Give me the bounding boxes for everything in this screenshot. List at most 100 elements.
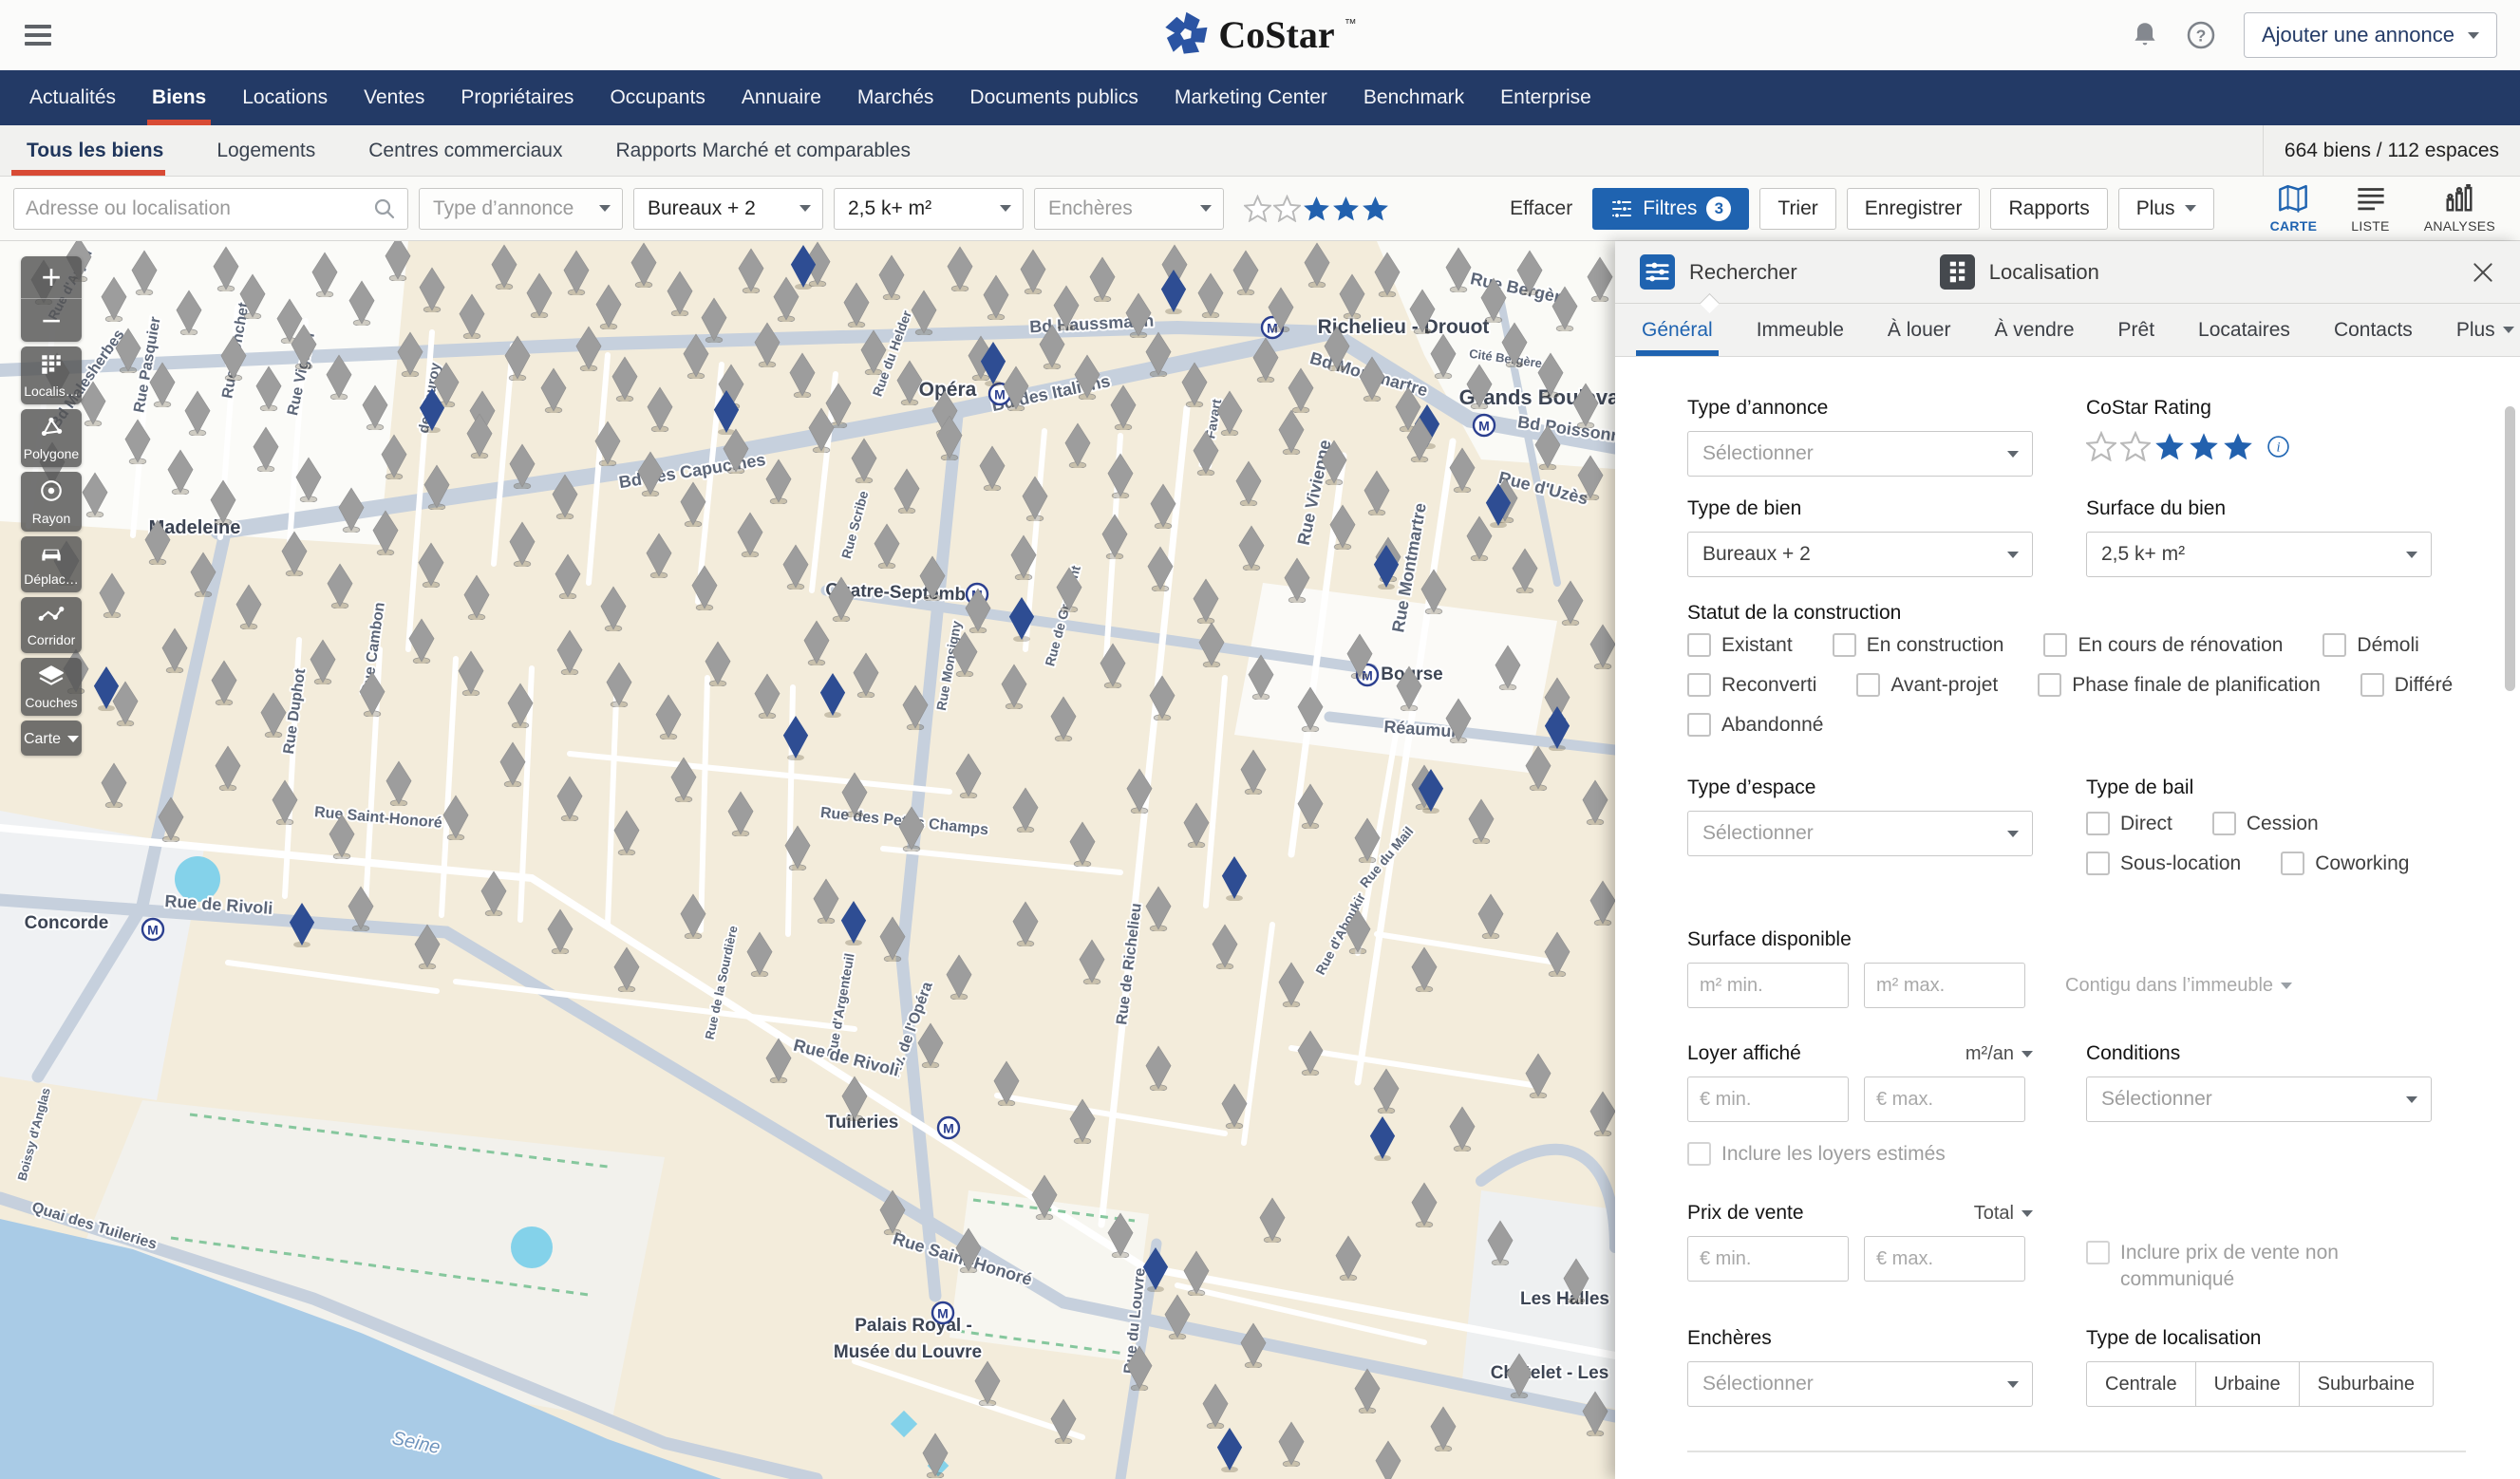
tab-à-vendre[interactable]: À vendre — [1994, 304, 2074, 356]
checkbox-reconverti[interactable]: Reconverti — [1687, 672, 1816, 699]
map-tool-couches[interactable]: Couches — [21, 658, 82, 716]
nav-item-benchmark[interactable]: Benchmark — [1345, 70, 1482, 125]
checkbox-différé[interactable]: Différé — [2360, 672, 2453, 699]
type-espace-select[interactable]: Sélectionner — [1687, 811, 2033, 856]
map-tool-localis[interactable]: Localis… — [21, 346, 82, 404]
segment-suburbaine[interactable]: Suburbaine — [2300, 1361, 2434, 1407]
costar-pinwheel-icon — [1163, 10, 1209, 58]
surface-min-input[interactable] — [1687, 963, 1849, 1008]
clear-filters-link[interactable]: Effacer — [1510, 197, 1572, 220]
prix-max-input[interactable] — [1864, 1236, 2025, 1282]
toolbar-dropdown-2[interactable]: Bureaux + 2 — [633, 188, 823, 230]
nav-item-occupants[interactable]: Occupants — [592, 70, 723, 125]
inclure-loyers-checkbox[interactable]: Inclure les loyers estimés — [1687, 1141, 2467, 1168]
tab-plus[interactable]: Plus — [2456, 304, 2514, 356]
panel-mode-rechercher[interactable]: Rechercher — [1640, 254, 1797, 290]
toolbar-dropdown-4[interactable]: Enchères — [1034, 188, 1224, 230]
map-tool-carte[interactable]: Carte — [21, 721, 82, 756]
chevron-down-icon — [599, 205, 611, 217]
nav-item-marchés[interactable]: Marchés — [839, 70, 952, 125]
subtab-tous-les-biens[interactable]: Tous les biens — [0, 125, 190, 176]
checkbox-avant-projet[interactable]: Avant-projet — [1856, 672, 1998, 699]
checkbox-sous-location[interactable]: Sous-location — [2086, 851, 2241, 877]
segment-urbaine[interactable]: Urbaine — [2196, 1361, 2300, 1407]
subtab-centres-commerciaux[interactable]: Centres commerciaux — [342, 125, 589, 176]
tab-général[interactable]: Général — [1642, 304, 1713, 356]
tab-locataires[interactable]: Locataires — [2198, 304, 2290, 356]
checkbox-cession[interactable]: Cession — [2212, 811, 2319, 837]
nav-item-marketing-center[interactable]: Marketing Center — [1157, 70, 1345, 125]
panel-mode-localisation[interactable]: Localisation — [1940, 254, 2099, 290]
close-panel-icon[interactable] — [2471, 260, 2495, 285]
hamburger-menu-icon[interactable] — [25, 20, 53, 50]
nav-item-documents-publics[interactable]: Documents publics — [951, 70, 1156, 125]
map-tool-polygone[interactable]: Polygone — [21, 409, 82, 467]
conditions-select[interactable]: Sélectionner — [2086, 1076, 2432, 1122]
search-icon[interactable] — [373, 197, 396, 220]
filters-button[interactable]: Filtres 3 — [1592, 188, 1749, 230]
checkbox-direct[interactable]: Direct — [2086, 811, 2172, 837]
subtab-rapports-marché-et-comparables[interactable]: Rapports Marché et comparables — [589, 125, 936, 176]
dropdown-label: Enchères — [1048, 197, 1133, 220]
subtab-logements[interactable]: Logements — [190, 125, 342, 176]
info-icon[interactable]: i — [2266, 435, 2290, 459]
costar-rating-control[interactable]: i — [2086, 431, 2467, 461]
tab-immeuble[interactable]: Immeuble — [1757, 304, 1844, 356]
nav-item-ventes[interactable]: Ventes — [346, 70, 442, 125]
prix-min-input[interactable] — [1687, 1236, 1849, 1282]
map-tool-corridor[interactable]: Corridor — [21, 597, 82, 653]
zoom-out-button[interactable]: − — [21, 299, 82, 342]
view-carte[interactable]: CARTE — [2270, 184, 2318, 234]
search-input[interactable] — [26, 197, 373, 220]
nav-item-propriétaires[interactable]: Propriétaires — [442, 70, 592, 125]
type-annonce-select[interactable]: Sélectionner — [1687, 431, 2033, 477]
zoom-in-button[interactable]: + — [21, 256, 82, 299]
nav-item-annuaire[interactable]: Annuaire — [724, 70, 839, 125]
checkbox-en-cours-de-rénovation[interactable]: En cours de rénovation — [2043, 632, 2283, 659]
map-tool-rayon[interactable]: Rayon — [21, 472, 82, 532]
view-liste[interactable]: LISTE — [2351, 184, 2389, 234]
nav-item-enterprise[interactable]: Enterprise — [1482, 70, 1609, 125]
contigu-dropdown[interactable]: Contigu dans l’immeuble — [2065, 975, 2292, 997]
checkbox-en-construction[interactable]: En construction — [1833, 632, 2004, 659]
sub-tabs: Tous les biensLogementsCentres commercia… — [0, 125, 2520, 177]
tab-contacts[interactable]: Contacts — [2334, 304, 2413, 356]
panel-scrollbar-thumb[interactable] — [2505, 406, 2515, 691]
nav-item-locations[interactable]: Locations — [224, 70, 346, 125]
prix-unit-dropdown[interactable]: Total — [1974, 1203, 2033, 1225]
nav-item-actualités[interactable]: Actualités — [11, 70, 134, 125]
map-label: Tuileries — [826, 1113, 899, 1133]
encheres-select[interactable]: Sélectionner — [1687, 1361, 2033, 1407]
help-icon[interactable]: ? — [2187, 21, 2215, 49]
notifications-bell-icon[interactable] — [2132, 21, 2158, 49]
nav-item-biens[interactable]: Biens — [134, 70, 224, 125]
reports-button[interactable]: Rapports — [1990, 188, 2107, 230]
checkbox-existant[interactable]: Existant — [1687, 632, 1793, 659]
checkbox-coworking[interactable]: Coworking — [2281, 851, 2409, 877]
loyer-max-input[interactable] — [1864, 1076, 2025, 1122]
more-button[interactable]: Plus — [2118, 188, 2214, 230]
view-analyses[interactable]: ANALYSES — [2424, 184, 2495, 234]
surface-max-input[interactable] — [1864, 963, 2025, 1008]
tab-prêt[interactable]: Prêt — [2118, 304, 2155, 356]
checkbox-phase-finale-de-planification[interactable]: Phase finale de planification — [2038, 672, 2321, 699]
loyer-unit-dropdown[interactable]: m²/an — [1965, 1043, 2033, 1065]
tab-à-louer[interactable]: À louer — [1888, 304, 1951, 356]
loyer-min-input[interactable] — [1687, 1076, 1849, 1122]
inclure-prix-checkbox[interactable]: Inclure prix de vente noncommuniqué — [2086, 1240, 2467, 1293]
checkbox-démoli[interactable]: Démoli — [2323, 632, 2418, 659]
toolbar-dropdown-1[interactable]: Type d’annonce — [419, 188, 623, 230]
rating-filter[interactable] — [1244, 195, 1389, 222]
surface-bien-select[interactable]: 2,5 k+ m² — [2086, 532, 2432, 577]
checkbox-abandonné[interactable]: Abandonné — [1687, 712, 1823, 739]
type-bien-select[interactable]: Bureaux + 2 — [1687, 532, 2033, 577]
map-canvas[interactable]: Bd HaussmannRichelieu - DrouotBd des Ita… — [0, 241, 1615, 1479]
add-listing-button[interactable]: Ajouter une annonce — [2244, 12, 2497, 58]
sort-button[interactable]: Trier — [1759, 188, 1835, 230]
map-tool-déplac[interactable]: Déplac… — [21, 536, 82, 592]
toolbar-dropdown-3[interactable]: 2,5 k+ m² — [834, 188, 1024, 230]
segment-centrale[interactable]: Centrale — [2086, 1361, 2196, 1407]
save-button[interactable]: Enregistrer — [1847, 188, 1981, 230]
tool-label: Couches — [25, 695, 77, 710]
results-count: 664 biens / 112 espaces — [2285, 140, 2499, 162]
